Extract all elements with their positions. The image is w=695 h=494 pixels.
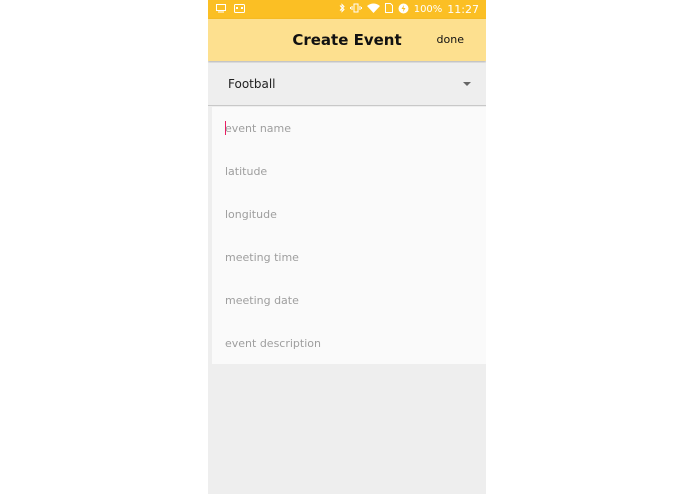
status-bar: 100% 11:27 <box>208 0 486 19</box>
text-cursor <box>225 121 226 135</box>
phone-screen: 100% 11:27 Create Event done Football <box>208 0 486 494</box>
latitude-input[interactable] <box>225 162 465 180</box>
battery-saver-icon <box>398 3 409 17</box>
category-selected-value: Football <box>228 77 276 91</box>
notification-icon <box>234 3 245 16</box>
clock: 11:27 <box>447 3 479 16</box>
app-bar: Create Event done <box>208 19 486 61</box>
event-description-field-row <box>212 322 486 365</box>
screen-icon <box>216 3 226 16</box>
meeting-time-field-row <box>212 236 486 279</box>
category-dropdown[interactable]: Football <box>208 63 486 106</box>
sim-icon <box>384 3 393 16</box>
event-name-field-row <box>212 107 486 150</box>
meeting-time-input[interactable] <box>225 248 465 266</box>
bluetooth-icon <box>339 3 345 16</box>
wifi-icon <box>366 3 380 16</box>
longitude-field-row <box>212 193 486 236</box>
longitude-input[interactable] <box>225 205 465 223</box>
dropdown-arrow-icon <box>463 82 471 86</box>
event-description-input[interactable] <box>225 334 465 352</box>
meeting-date-input[interactable] <box>225 291 465 309</box>
meeting-date-field-row <box>212 279 486 322</box>
vibrate-icon <box>349 3 362 16</box>
done-button[interactable]: done <box>437 33 464 46</box>
battery-percent: 100% <box>413 4 443 15</box>
event-form <box>212 107 486 364</box>
event-name-input[interactable] <box>225 119 465 137</box>
latitude-field-row <box>212 150 486 193</box>
